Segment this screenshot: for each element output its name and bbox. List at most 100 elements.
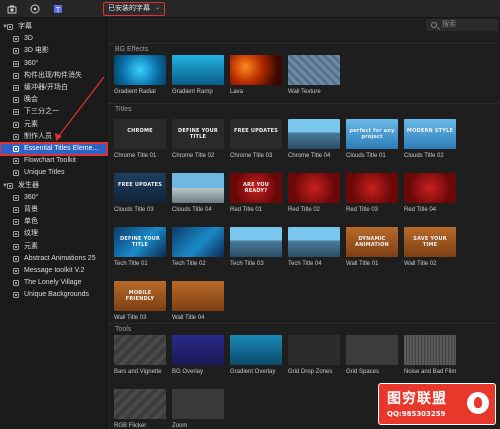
title-tile[interactable]: RGB Flicker — [114, 389, 166, 429]
tile-name: Zoom — [172, 423, 188, 429]
title-tile[interactable]: Red Title 04 — [404, 173, 456, 213]
title-tile[interactable]: Grid Drop Zones — [288, 335, 340, 375]
sidebar-item[interactable]: The Lonely Village — [0, 277, 107, 289]
folder-icon — [13, 219, 19, 226]
titles-icon[interactable]: T — [53, 4, 63, 14]
sidebar-item[interactable]: Flowchart Toolkit — [0, 155, 107, 167]
title-tile[interactable]: Red Title 02 — [288, 173, 340, 213]
title-tile[interactable]: Tech Title 03 — [230, 227, 282, 267]
title-tile[interactable]: MODERN STYLE Clouds Title 02 — [404, 119, 456, 159]
sidebar-item[interactable]: Essential Titles Eleme... — [0, 142, 108, 156]
folder-icon — [13, 121, 19, 128]
title-tile[interactable]: Noise and Bad Film — [404, 335, 456, 375]
tile-name: Clouds Title 03 — [114, 207, 154, 213]
sidebar-item-label: 下三分之一 — [24, 108, 59, 116]
folder-icon — [13, 97, 19, 104]
tile-thumbnail — [288, 335, 340, 365]
filter-label: 已安装的字幕 — [108, 5, 150, 12]
title-tile[interactable]: Zoom — [172, 389, 224, 429]
photos-icon[interactable] — [7, 4, 17, 14]
sidebar-item[interactable]: 纹理 — [0, 228, 107, 240]
sidebar-item[interactable]: 元素 — [0, 241, 107, 253]
music-icon[interactable] — [30, 4, 40, 14]
title-tile[interactable]: Tech Title 02 — [172, 227, 224, 267]
tile-name: Grid Spaces — [346, 369, 380, 375]
tile-name: Red Title 01 — [230, 207, 263, 213]
title-tile[interactable]: Gradient Overlay — [230, 335, 282, 375]
tile-thumbnail: FREE UPDATES — [114, 173, 166, 203]
installed-titles-filter[interactable]: 已安装的字幕 ⌄ — [103, 2, 165, 16]
sidebar-item-label: The Lonely Village — [24, 279, 82, 287]
tile-thumbnail — [172, 335, 224, 365]
tile-thumbnail — [172, 389, 224, 419]
tile-name: Red Title 04 — [404, 207, 437, 213]
sidebar-item-label: 3D — [24, 35, 33, 43]
sidebar-item[interactable]: 360° — [0, 58, 107, 70]
tile-name: Noise and Bad Film — [404, 369, 457, 375]
title-tile[interactable]: ARE YOU READY? Red Title 01 — [230, 173, 282, 213]
tile-name: Tech Title 01 — [114, 261, 148, 267]
sidebar-group[interactable]: ▼ 发生器 — [0, 180, 107, 192]
title-tile[interactable]: Wall Title 04 — [172, 281, 224, 321]
title-tile[interactable]: Lava — [230, 55, 282, 95]
sidebar-item[interactable]: Abstract Animations 25 — [0, 253, 107, 265]
sidebar-item[interactable]: 单色 — [0, 216, 107, 228]
title-tile[interactable]: Gradient Ramp — [172, 55, 224, 95]
sidebar-item[interactable]: 3D — [0, 33, 107, 45]
folder-icon — [13, 85, 19, 91]
sidebar-item[interactable]: 晚会 — [0, 94, 107, 106]
section-heading-tools: Tools — [108, 323, 500, 335]
title-tile[interactable]: CHROME Chrome Title 01 — [114, 119, 166, 159]
sidebar-item[interactable]: 构件出现/构件消失 — [0, 70, 107, 82]
folder-icon — [7, 24, 13, 30]
sidebar-item-label: 缓冲器/开场白 — [24, 84, 68, 91]
title-tile[interactable]: DYNAMIC ANIMATION Wall Title 01 — [346, 227, 398, 267]
flame-logo-icon — [467, 392, 489, 414]
tile-name: Wall Title 01 — [346, 261, 379, 267]
tile-thumbnail: MODERN STYLE — [404, 119, 456, 149]
tile-thumbnail — [404, 173, 456, 203]
folder-icon — [13, 170, 19, 177]
title-tile[interactable]: SAVE YOUR TIME Wall Title 02 — [404, 227, 456, 267]
tile-name: Red Title 02 — [288, 207, 321, 213]
sidebar-item[interactable]: 元素 — [0, 119, 107, 131]
folder-icon — [13, 243, 19, 250]
thumbnail-title-text: FREE UPDATES — [233, 128, 279, 134]
sidebar-item[interactable]: Message toolkit V.2 — [0, 265, 107, 277]
sidebar-item[interactable]: 背景 — [0, 204, 107, 216]
folder-icon — [13, 280, 19, 287]
sidebar-item[interactable]: Unique Backgrounds — [0, 289, 107, 301]
title-tile[interactable]: Clouds Title 04 — [172, 173, 224, 213]
search-input[interactable]: 搜索 — [426, 19, 498, 31]
folder-icon — [13, 194, 19, 201]
titles-browser: BG Effects Titles Tools Gradient Radial G… — [108, 33, 500, 429]
title-tile[interactable]: BG Overlay — [172, 335, 224, 375]
title-tile[interactable]: Chrome Title 04 — [288, 119, 340, 159]
sidebar-item-label: 元素 — [24, 242, 38, 250]
sidebar-item[interactable]: 3D 电影 — [0, 45, 107, 57]
title-tile[interactable]: Gradient Radial — [114, 55, 166, 95]
title-tile[interactable]: FREE UPDATES Clouds Title 03 — [114, 173, 166, 213]
sidebar-item[interactable]: 制作人员 — [0, 131, 107, 143]
sidebar-item[interactable]: 缓冲器/开场白 — [0, 82, 107, 94]
sidebar-item[interactable]: 360° — [0, 192, 107, 204]
tile-name: Bars and Vignette — [114, 369, 162, 375]
sidebar-item[interactable]: Unique Titles — [0, 167, 107, 179]
title-tile[interactable]: DEFINE YOUR TITLE Chrome Title 02 — [172, 119, 224, 159]
tile-thumbnail — [346, 335, 398, 365]
title-tile[interactable]: perfect for any project Clouds Title 01 — [346, 119, 398, 159]
sidebar-group[interactable]: ▼ 字幕 — [0, 21, 107, 33]
tile-thumbnail: CHROME — [114, 119, 166, 149]
title-tile[interactable]: MOBILE FRIENDLY Wall Title 03 — [114, 281, 166, 321]
sidebar-item[interactable]: 下三分之一 — [0, 106, 107, 118]
title-tile[interactable]: Tech Title 04 — [288, 227, 340, 267]
title-tile[interactable]: Grid Spaces — [346, 335, 398, 375]
tile-name: Lava — [230, 89, 244, 95]
sidebar-item-label: 制作人员 — [24, 132, 52, 140]
tile-thumbnail — [288, 119, 340, 149]
title-tile[interactable]: FREE UPDATES Chrome Title 03 — [230, 119, 282, 159]
title-tile[interactable]: Red Title 03 — [346, 173, 398, 213]
title-tile[interactable]: DEFINE YOUR TITLE Tech Title 01 — [114, 227, 166, 267]
title-tile[interactable]: Wall Texture — [288, 55, 340, 95]
title-tile[interactable]: Bars and Vignette — [114, 335, 166, 375]
